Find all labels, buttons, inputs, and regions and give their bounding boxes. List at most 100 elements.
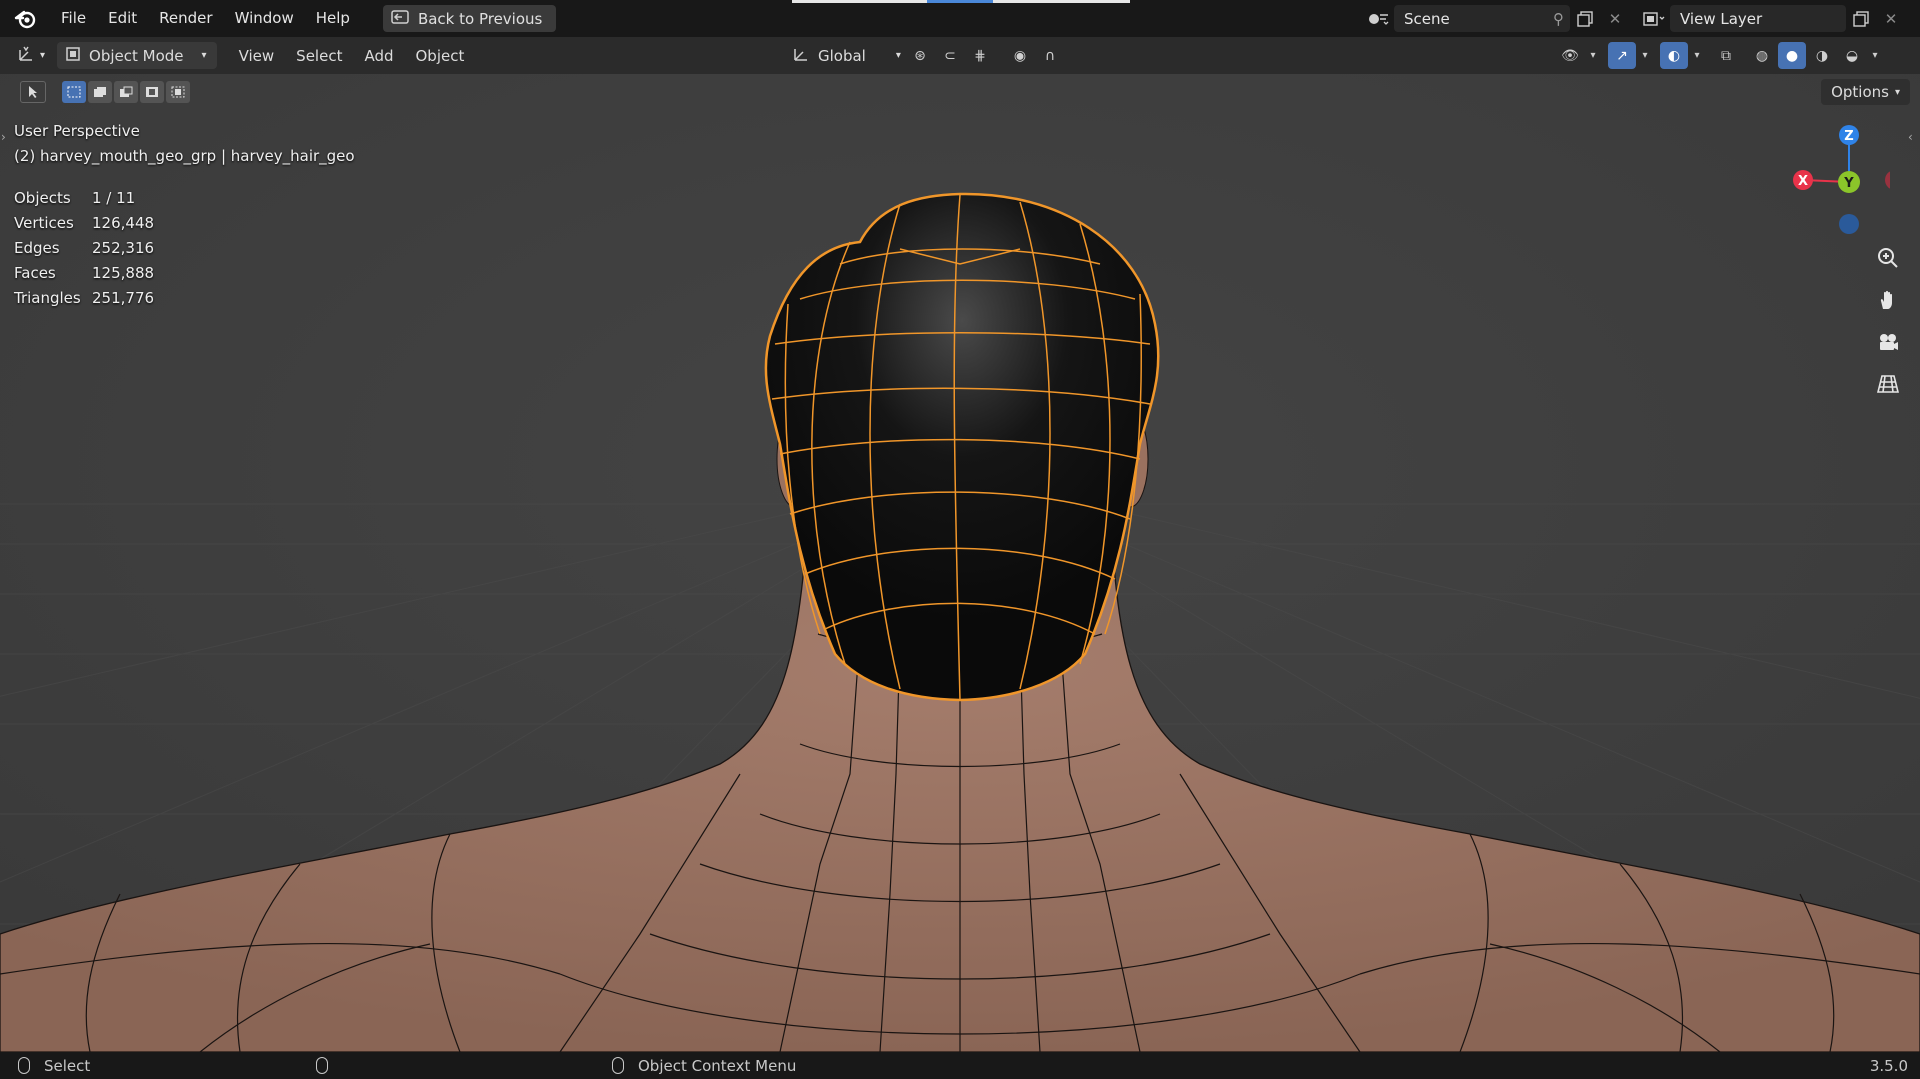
pivot-point-icon[interactable]: ⊛	[906, 42, 934, 69]
chevron-down-icon: ▾	[201, 50, 207, 61]
active-object-path: (2) harvey_mouth_geo_grp | harvey_hair_g…	[14, 147, 355, 165]
select-subtract-icon[interactable]	[114, 81, 138, 103]
stat-label: Vertices	[14, 214, 74, 232]
select-extend-icon[interactable]	[88, 81, 112, 103]
chevron-down-icon[interactable]: ▾	[1586, 42, 1600, 69]
scene-selector: Scene ⚲ ✕	[1364, 4, 1636, 33]
view-layer-name-field[interactable]: View Layer	[1670, 5, 1846, 32]
active-workspace-tab[interactable]	[927, 0, 993, 3]
status-context-menu-hint: Object Context Menu	[612, 1057, 796, 1075]
menu-view[interactable]: View	[231, 42, 283, 69]
viewport-render[interactable]	[0, 74, 1920, 1052]
select-intersect-icon[interactable]	[166, 81, 190, 103]
gizmo-x-axis[interactable]: X	[1793, 170, 1813, 190]
view-layer-name: View Layer	[1680, 9, 1763, 28]
stat-row-triangles: Triangles 251,776	[14, 286, 154, 311]
snapping-tools: ⊛ ⊂ ⋕ ◉ ∩	[906, 42, 1064, 69]
svg-text:Z: Z	[1844, 129, 1853, 144]
stat-row-objects: Objects 1 / 11	[14, 186, 154, 211]
xray-toggle-icon[interactable]: ⧉	[1712, 42, 1740, 69]
view-perspective-label: User Perspective	[14, 122, 140, 140]
stat-label: Faces	[14, 264, 56, 282]
select-tool-icon[interactable]	[20, 81, 46, 103]
status-bar: Select Object Context Menu 3.5.0	[0, 1052, 1920, 1079]
new-view-layer-icon[interactable]	[1846, 5, 1876, 32]
stat-label: Edges	[14, 239, 60, 257]
pin-icon[interactable]: ⚲	[1553, 10, 1564, 28]
svg-text:Y: Y	[1843, 176, 1854, 191]
scene-icon[interactable]	[1364, 5, 1394, 32]
chevron-down-icon: ▾	[1894, 86, 1900, 98]
3d-viewport[interactable]	[0, 74, 1920, 1052]
view-layer-icon[interactable]	[1640, 5, 1670, 32]
stat-value: 251,776	[92, 289, 155, 307]
zoom-icon[interactable]	[1870, 240, 1906, 276]
snap-increment-icon[interactable]: ⋕	[966, 42, 994, 69]
overlays-toggle-icon[interactable]: ◐	[1660, 42, 1688, 69]
menu-object[interactable]: Object	[408, 42, 473, 69]
gizmo-z-axis[interactable]: Z	[1839, 125, 1859, 145]
select-new-icon[interactable]	[62, 81, 86, 103]
chevron-down-icon: ▾	[40, 50, 46, 61]
options-label: Options	[1831, 83, 1889, 101]
camera-icon[interactable]	[1870, 324, 1906, 360]
object-mode-dropdown[interactable]: Object Mode ▾	[57, 42, 217, 69]
menu-render[interactable]: Render	[148, 0, 223, 37]
chevron-down-icon[interactable]: ▾	[1638, 42, 1652, 69]
menu-edit[interactable]: Edit	[97, 0, 148, 37]
object-mode-icon	[65, 46, 81, 66]
back-to-previous-label: Back to Previous	[417, 9, 543, 28]
gizmo-y-axis[interactable]: Y	[1838, 171, 1860, 193]
mouse-right-icon	[612, 1057, 624, 1074]
rendered-shading-icon[interactable]: ◒	[1838, 42, 1866, 69]
hand-icon[interactable]	[1870, 282, 1906, 318]
viewport-display-tools: 👁 ▾ ↗ ▾ ◐ ▾ ⧉ ◍ ● ◑ ◒ ▾	[1556, 42, 1882, 69]
toolbar-expand-chevron-icon[interactable]: ›	[1, 130, 6, 144]
status-select-label: Select	[44, 1056, 91, 1075]
gizmo-toggle-icon[interactable]: ↗	[1608, 42, 1636, 69]
stat-value: 125,888	[92, 264, 155, 282]
gizmo-neg-z-axis[interactable]	[1839, 214, 1859, 234]
visibility-eye-icon[interactable]: 👁	[1556, 42, 1584, 69]
scene-name-field[interactable]: Scene ⚲	[1394, 5, 1570, 32]
stat-row-vertices: Vertices 126,448	[14, 211, 154, 236]
navigation-gizmo[interactable]: Z X Y	[1780, 118, 1905, 248]
transform-orientation-dropdown[interactable]: Global ▾	[784, 42, 909, 69]
delete-view-layer-icon[interactable]: ✕	[1876, 5, 1906, 32]
stat-value: 1 / 11	[92, 189, 136, 207]
gizmo-neg-x-axis[interactable]	[1885, 170, 1905, 190]
sidebar-expand-chevron-icon[interactable]: ‹	[1908, 130, 1913, 144]
stat-label: Triangles	[14, 289, 81, 307]
back-to-previous-button[interactable]: Back to Previous	[382, 5, 557, 32]
menu-help[interactable]: Help	[305, 0, 361, 37]
svg-text:X: X	[1798, 174, 1808, 189]
menu-select[interactable]: Select	[288, 42, 350, 69]
scene-statistics: Objects 1 / 11 Vertices 126,448 Edges 252,3…	[14, 186, 154, 311]
grid-icon[interactable]	[1870, 366, 1906, 402]
menu-file[interactable]: File	[50, 0, 97, 37]
selection-mode-group	[62, 81, 190, 103]
solid-shading-icon[interactable]: ●	[1778, 42, 1806, 69]
proportional-edit-icon[interactable]: ◉	[1006, 42, 1034, 69]
mouse-left-icon	[18, 1057, 30, 1074]
falloff-curve-icon[interactable]: ∩	[1036, 42, 1064, 69]
chevron-down-icon[interactable]: ▾	[1868, 42, 1882, 69]
axis-editor-icon	[18, 46, 36, 66]
orientation-label: Global	[818, 46, 866, 65]
menu-add[interactable]: Add	[356, 42, 401, 69]
snap-magnet-icon[interactable]: ⊂	[936, 42, 964, 69]
select-invert-icon[interactable]	[140, 81, 164, 103]
workspace-tabs-strip[interactable]	[792, 0, 1130, 3]
orientation-icon	[792, 46, 810, 66]
material-shading-icon[interactable]: ◑	[1808, 42, 1836, 69]
delete-scene-icon[interactable]: ✕	[1600, 5, 1630, 32]
wireframe-shading-icon[interactable]: ◍	[1748, 42, 1776, 69]
stat-value: 252,316	[92, 239, 155, 257]
menu-window[interactable]: Window	[224, 0, 305, 37]
stat-row-faces: Faces 125,888	[14, 261, 154, 286]
chevron-down-icon[interactable]: ▾	[1690, 42, 1704, 69]
blender-logo-icon[interactable]	[0, 0, 50, 37]
new-scene-icon[interactable]	[1570, 5, 1600, 32]
options-dropdown[interactable]: Options ▾	[1821, 79, 1910, 105]
editor-type-dropdown[interactable]: ▾	[10, 42, 53, 69]
